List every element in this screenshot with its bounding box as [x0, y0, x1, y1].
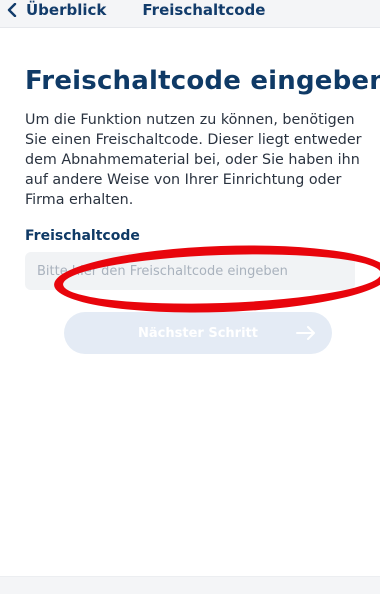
screen: Überblick Freischaltcode Freischaltcode … [0, 0, 380, 594]
arrow-right-icon [296, 326, 315, 340]
freischaltcode-input[interactable] [25, 252, 355, 290]
page-title: Freischaltcode eingeben [25, 66, 380, 96]
next-step-button[interactable]: Nächster Schritt [64, 312, 332, 354]
back-button-label: Überblick [26, 1, 107, 19]
chevron-left-icon [7, 3, 17, 17]
main-content: Freischaltcode eingeben Um die Funktion … [25, 66, 380, 290]
nav-title: Freischaltcode [142, 1, 266, 19]
top-nav-bar: Überblick Freischaltcode [0, 0, 380, 28]
description-text: Um die Funktion nutzen zu können, benöti… [25, 112, 362, 208]
bottom-bar [0, 576, 380, 594]
back-button[interactable]: Überblick [6, 1, 106, 19]
freischaltcode-label: Freischaltcode [25, 228, 140, 244]
next-step-button-label: Nächster Schritt [138, 325, 258, 341]
